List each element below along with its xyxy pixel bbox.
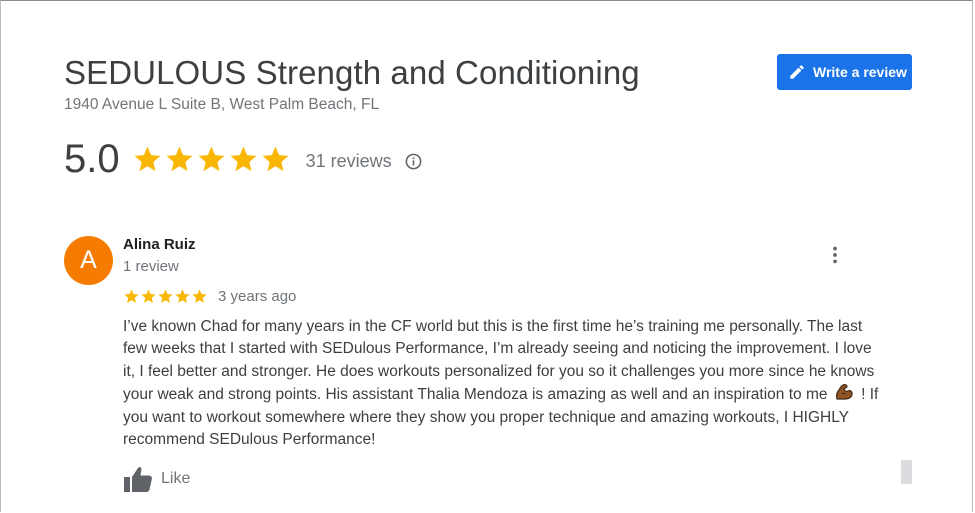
star-icon [175,288,190,303]
reviewer-review-count: 1 review [123,258,179,275]
star-icon [141,288,156,303]
star-icon [198,146,225,171]
star-icon [134,146,161,171]
write-review-label: Write a review [813,64,907,80]
star-icon [166,146,193,171]
rating-summary: 5.0 31 reviews [64,135,423,183]
more-vert-icon [833,246,837,264]
rating-stars [132,144,292,175]
review-date: 3 years ago [218,287,297,305]
thumbs-up-icon [123,465,153,493]
write-review-button[interactable]: Write a review [777,54,912,90]
business-address: 1940 Avenue L Suite B, West Palm Beach, … [64,96,380,113]
like-button[interactable]: Like [123,465,190,493]
review-rating-row: 3 years ago [123,286,296,306]
flexed-biceps-emoji [834,383,854,402]
star-icon [192,288,207,303]
star-icon [230,146,257,171]
star-icon [158,288,173,303]
scrollbar-thumb[interactable] [901,460,912,484]
star-icon [124,288,139,303]
star-icon [262,146,289,171]
reviewer-name[interactable]: Alina Ruiz [123,236,196,253]
review-stars [123,288,208,305]
avatar[interactable]: A [64,236,113,285]
review-text: I’ve known Chad for many years in the CF… [123,316,883,451]
like-label: Like [161,470,191,487]
pencil-icon [788,63,806,81]
review-panel: SEDULOUS Strength and Conditioning 1940 … [0,0,973,512]
review-count[interactable]: 31 reviews [306,151,392,172]
more-options-button[interactable] [823,242,847,268]
review-text-part-1: I’ve known Chad for many years in the CF… [123,318,875,404]
business-title: SEDULOUS Strength and Conditioning [64,54,640,91]
average-rating: 5.0 [64,136,120,181]
info-icon[interactable] [404,152,423,171]
